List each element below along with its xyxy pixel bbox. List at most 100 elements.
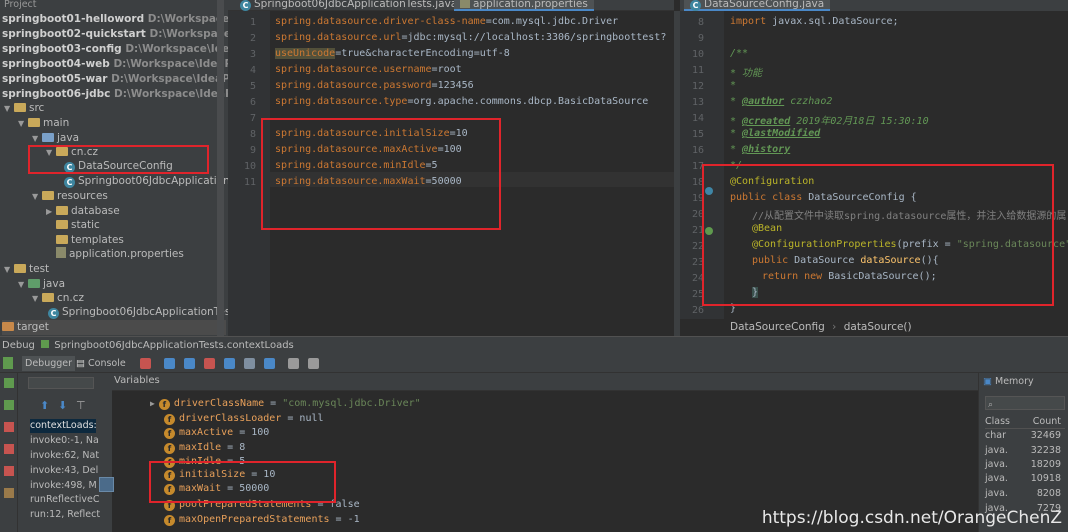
code-line: spring.datasource.username=root xyxy=(275,64,462,75)
resume-icon[interactable] xyxy=(4,378,14,388)
tab-application-properties[interactable]: application.properties xyxy=(454,0,594,11)
frame-item[interactable]: invoke:43, Del xyxy=(30,464,98,478)
collapse-arrow-icon[interactable]: ▼ xyxy=(32,189,42,204)
tree-item-folder[interactable]: ▶ database xyxy=(46,204,120,219)
frame-item[interactable]: invoke:498, M xyxy=(30,479,97,493)
tree-item-target[interactable]: target xyxy=(2,320,226,335)
scrollbar[interactable] xyxy=(217,0,224,336)
collapse-arrow-icon[interactable]: ▼ xyxy=(32,131,42,146)
memory-row[interactable]: char 32469 xyxy=(985,429,1065,443)
column-class[interactable]: Class xyxy=(985,416,1010,427)
line-number: 11 xyxy=(243,177,256,188)
memory-tab[interactable]: ▣ Memory xyxy=(983,376,1034,387)
tree-item-src[interactable]: ▼ src xyxy=(4,101,44,116)
toolbar-icon[interactable] xyxy=(140,358,151,369)
module-item[interactable]: springboot04-web D:\Workspace\IdeaProjec… xyxy=(2,57,228,72)
variable-name: maxOpenPreparedStatements xyxy=(179,514,330,525)
variable-row[interactable]: f driverClassLoader = null xyxy=(164,411,324,426)
filter-icon[interactable]: ⊤ xyxy=(76,399,86,412)
module-item[interactable]: springboot01-helloword D:\Workspace\Idea… xyxy=(2,12,228,27)
variable-row[interactable]: f maxOpenPreparedStatements = -1 xyxy=(164,512,360,527)
line-number: 5 xyxy=(249,81,256,92)
collapse-arrow-icon[interactable]: ▼ xyxy=(4,101,14,116)
tree-item-java[interactable]: ▼ java xyxy=(32,131,79,146)
stop-icon[interactable] xyxy=(4,422,14,432)
tree-item-java[interactable]: ▼ java xyxy=(18,277,65,292)
expand-arrow-icon[interactable]: ▶ xyxy=(150,399,155,408)
step-over-icon[interactable] xyxy=(164,358,175,369)
mute-breakpoints-icon[interactable] xyxy=(4,466,14,476)
tab-console[interactable]: ▤ Console xyxy=(76,356,126,371)
tree-label: Springboot06JdbcApplicationTes xyxy=(62,306,228,318)
drop-frame-icon[interactable] xyxy=(244,358,255,369)
memory-row[interactable]: java. 8208 xyxy=(985,487,1065,501)
variable-value: 100 xyxy=(251,427,270,438)
frame-item[interactable]: runReflectiveC xyxy=(30,493,99,507)
module-item[interactable]: springboot03-config D:\Workspace\IdeaPro… xyxy=(2,42,228,57)
module-item[interactable]: springboot05-war D:\Workspace\IdeaProjec… xyxy=(2,72,228,87)
tab-datasourceconfig[interactable]: C DataSourceConfig.java xyxy=(684,0,831,11)
collapse-arrow-icon[interactable]: ▼ xyxy=(18,116,28,131)
variable-eq: = xyxy=(264,398,283,409)
frame-item[interactable]: contextLoads: xyxy=(30,419,97,433)
line-number: 10 xyxy=(243,161,256,172)
variable-row[interactable]: f maxActive = 100 xyxy=(164,425,269,440)
module-item[interactable]: springboot02-quickstart D:\Workspace\Ide… xyxy=(2,27,228,42)
expand-arrow-icon[interactable]: ▶ xyxy=(46,204,56,219)
line-number: 9 xyxy=(697,33,704,44)
memory-count: 32238 xyxy=(1030,445,1061,456)
tab-tests-java[interactable]: C Springboot06JdbcApplicationTests.java xyxy=(240,0,457,11)
watch-icon[interactable] xyxy=(99,477,114,492)
tree-item-main[interactable]: ▼ main xyxy=(18,116,69,131)
code-line: spring.datasource.url=jdbc:mysql://local… xyxy=(275,32,666,43)
breadcrumb-method[interactable]: dataSource() xyxy=(844,321,912,333)
evaluate-icon[interactable] xyxy=(288,358,299,369)
variable-row[interactable]: ▶ f driverClassName = "com.mysql.jdbc.Driv… xyxy=(150,396,421,411)
memory-row[interactable]: java. 32238 xyxy=(985,444,1065,458)
collapse-arrow-icon[interactable]: ▼ xyxy=(4,262,14,277)
step-into-icon[interactable] xyxy=(184,358,195,369)
memory-row[interactable]: java. 10918 xyxy=(985,472,1065,486)
tree-item-folder[interactable]: templates xyxy=(56,233,124,248)
frame-item[interactable]: invoke:62, Nat xyxy=(30,449,99,463)
tree-item-resources[interactable]: ▼ resources xyxy=(32,189,108,204)
column-count[interactable]: Count xyxy=(1033,415,1061,429)
collapse-arrow-icon[interactable]: ▼ xyxy=(18,277,28,292)
tree-item-class[interactable]: C Springboot06JdbcApplication xyxy=(64,174,228,189)
settings-icon[interactable] xyxy=(4,488,14,498)
down-arrow-icon[interactable]: ⬇ xyxy=(58,399,67,412)
tree-item-package[interactable]: ▼ cn.cz xyxy=(32,291,84,306)
force-step-into-icon[interactable] xyxy=(204,358,215,369)
tree-item-test[interactable]: ▼ test xyxy=(4,262,49,277)
tree-label: main xyxy=(43,117,70,129)
more-icon[interactable] xyxy=(308,358,319,369)
frame-item[interactable]: run:12, Reflect xyxy=(30,508,100,522)
memory-row[interactable]: java. 18209 xyxy=(985,458,1065,472)
breakpoints-icon[interactable] xyxy=(4,444,14,454)
step-out-icon[interactable] xyxy=(224,358,235,369)
variable-row[interactable]: f maxIdle = 8 xyxy=(164,440,245,455)
module-item[interactable]: springboot06-jdbc D:\Workspace\IdeaProje… xyxy=(2,87,228,102)
line-number: 3 xyxy=(249,49,256,60)
frame-item[interactable]: invoke0:-1, Na xyxy=(30,434,99,448)
tree-item-class[interactable]: C Springboot06JdbcApplicationTes xyxy=(48,305,228,320)
collapse-arrow-icon[interactable]: ▼ xyxy=(32,291,42,306)
tree-item-folder[interactable]: static xyxy=(56,218,100,233)
up-arrow-icon[interactable]: ⬆ xyxy=(40,399,49,412)
field-icon: f xyxy=(164,428,175,439)
rerun-icon[interactable] xyxy=(3,357,13,369)
debug-config-name[interactable]: Springboot06JdbcApplicationTests.context… xyxy=(54,340,294,351)
memory-search-input[interactable]: ⌕ xyxy=(985,396,1065,410)
property-value: jdbc:mysql://localhost:3306/springbootte… xyxy=(407,32,667,43)
run-to-cursor-icon[interactable] xyxy=(264,358,275,369)
tree-label: resources xyxy=(57,190,108,202)
tree-label: test xyxy=(29,263,50,275)
tab-debugger[interactable]: Debugger xyxy=(22,356,76,371)
line-number: 17 xyxy=(691,161,704,172)
breadcrumb-class[interactable]: DataSourceConfig xyxy=(730,321,825,333)
pause-icon[interactable] xyxy=(4,400,14,410)
editor-splitter[interactable] xyxy=(674,11,680,336)
tree-item-file[interactable]: application.properties xyxy=(56,247,184,262)
thread-selector[interactable] xyxy=(28,377,94,389)
property-key: spring.datasource.password xyxy=(275,80,432,91)
